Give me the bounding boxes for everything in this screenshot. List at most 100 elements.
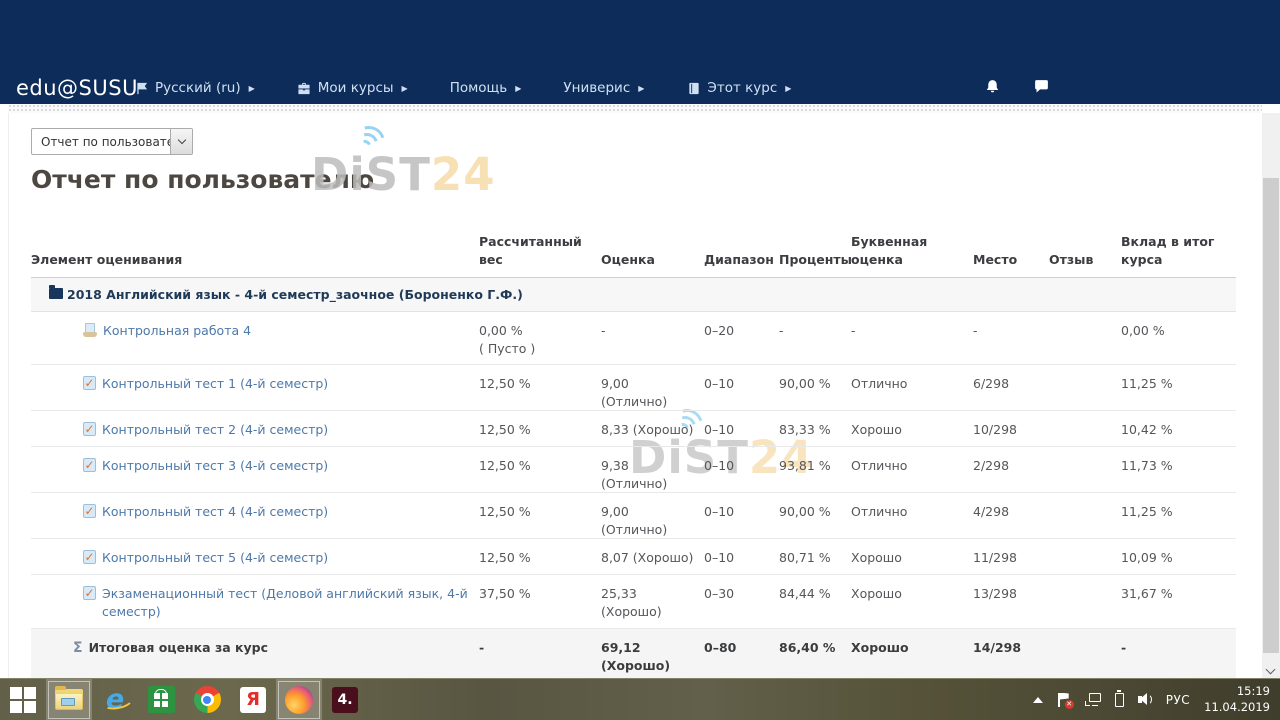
letter-cell: Хорошо <box>851 575 973 628</box>
weight-cell: 0,00 % ( Пусто ) <box>479 312 601 364</box>
feedback-cell <box>1049 575 1121 628</box>
messages-chat-icon[interactable] <box>1033 78 1050 99</box>
contribution-cell: 10,42 % <box>1121 411 1236 446</box>
weight-cell: - <box>479 629 601 684</box>
quiz-icon: ✓ <box>83 376 96 390</box>
quiz-icon: ✓ <box>83 504 96 518</box>
notifications-bell-icon[interactable] <box>984 78 1001 99</box>
scrollbar-thumb[interactable] <box>1263 178 1279 653</box>
clock-date: 11.04.2019 <box>1204 700 1270 716</box>
nav-language-menu[interactable]: Русский (ru) ▶ <box>134 80 255 96</box>
percent-cell: 93,81 % <box>779 447 851 492</box>
range-cell: 0–10 <box>704 447 779 492</box>
volume-icon[interactable] <box>1138 693 1152 706</box>
rank-cell: 4/298 <box>973 493 1049 538</box>
internet-explorer-button[interactable]: e <box>92 679 138 720</box>
grade-item-link[interactable]: Контрольная работа 4 <box>103 322 251 340</box>
percent-cell: 83,33 % <box>779 411 851 446</box>
percent-cell: 84,44 % <box>779 575 851 628</box>
page-content: Отчет по пользователю Отчет по пользоват… <box>8 113 1262 678</box>
nav-this-course-label: Этот курс <box>707 80 777 96</box>
nav-univeris-label: Универис <box>563 80 630 96</box>
letter-cell: Отлично <box>851 447 973 492</box>
folder-icon <box>49 288 63 299</box>
letter-cell: Хорошо <box>851 539 973 574</box>
flag-icon <box>134 81 149 95</box>
navbar-actions <box>984 78 1050 99</box>
grade-item-link[interactable]: Контрольный тест 3 (4-й семестр) <box>102 457 328 475</box>
page-top-dotted-divider <box>8 104 1262 113</box>
battery-icon[interactable] <box>1115 693 1124 707</box>
windows-store-button[interactable] <box>138 679 184 720</box>
table-row: ✓Контрольный тест 5 (4-й семестр) 12,50 … <box>31 539 1236 575</box>
percent-cell: 80,71 % <box>779 539 851 574</box>
firefox-button[interactable] <box>276 679 322 720</box>
file-explorer-icon <box>55 689 83 710</box>
table-row: ✓Контрольный тест 2 (4-й семестр) 12,50 … <box>31 411 1236 447</box>
feedback-cell <box>1049 312 1121 364</box>
grade-cell: - <box>601 312 704 364</box>
start-button[interactable] <box>0 679 46 720</box>
nav-language-label: Русский (ru) <box>155 80 241 96</box>
clock-time: 15:19 <box>1204 684 1270 700</box>
rank-cell: 2/298 <box>973 447 1049 492</box>
contribution-cell: 31,67 % <box>1121 575 1236 628</box>
rank-cell: 11/298 <box>973 539 1049 574</box>
col-header-weight: Рассчитанный вес <box>479 233 601 269</box>
sigma-icon: Σ <box>73 639 83 659</box>
grade-item-link[interactable]: Контрольный тест 2 (4-й семестр) <box>102 421 328 439</box>
contribution-cell: 11,73 % <box>1121 447 1236 492</box>
report-type-select[interactable]: Отчет по пользователю <box>31 128 193 155</box>
file-explorer-button[interactable] <box>46 679 92 720</box>
nav-univeris-menu[interactable]: Универис ▶ <box>563 80 644 96</box>
contribution-cell: 0,00 % <box>1121 312 1236 364</box>
rank-cell: 14/298 <box>973 629 1049 684</box>
grade-item-link[interactable]: Контрольный тест 1 (4-й семестр) <box>102 375 328 393</box>
range-cell: 0–30 <box>704 575 779 628</box>
yandex-browser-button[interactable]: Я <box>230 679 276 720</box>
table-row: ✓Контрольный тест 4 (4-й семестр) 12,50 … <box>31 493 1236 539</box>
letter-cell: Отлично <box>851 493 973 538</box>
select-dropdown-arrow[interactable] <box>170 129 192 154</box>
nav-help-menu[interactable]: Помощь ▶ <box>450 80 522 96</box>
network-icon[interactable] <box>1085 693 1101 706</box>
nav-this-course-menu[interactable]: Этот курс ▶ <box>686 80 791 96</box>
weight-cell: 37,50 % <box>479 575 601 628</box>
vertical-scrollbar[interactable] <box>1262 113 1280 678</box>
weight-cell: 12,50 % <box>479 411 601 446</box>
range-cell: 0–10 <box>704 411 779 446</box>
error-badge: ✕ <box>1065 700 1074 709</box>
chrome-icon <box>194 686 221 713</box>
col-header-item: Элемент оценивания <box>31 251 479 269</box>
show-hidden-icons-button[interactable] <box>1033 697 1043 703</box>
percent-cell: 86,40 % <box>779 629 851 684</box>
grade-cell: 69,12 (Хорошо) <box>601 629 704 684</box>
wifi-arcs-icon <box>347 124 387 154</box>
grade-cell: 9,00 (Отлично) <box>601 493 704 538</box>
feedback-cell <box>1049 493 1121 538</box>
chevron-right-icon: ▶ <box>515 84 521 93</box>
windows-logo-icon <box>10 687 36 713</box>
grade-item-link[interactable]: Контрольный тест 4 (4-й семестр) <box>102 503 328 521</box>
letter-cell: Хорошо <box>851 411 973 446</box>
table-row: ✓Контрольный тест 3 (4-й семестр) 12,50 … <box>31 447 1236 493</box>
grade-item-link[interactable]: Контрольный тест 5 (4-й семестр) <box>102 549 328 567</box>
clock[interactable]: 15:19 11.04.2019 <box>1204 684 1270 715</box>
language-indicator[interactable]: РУС <box>1166 693 1190 707</box>
nav-my-courses-menu[interactable]: Мои курсы ▶ <box>297 80 408 96</box>
report-select-value: Отчет по пользователю <box>32 135 170 149</box>
scrollbar-down-arrow-icon[interactable] <box>1266 665 1276 675</box>
action-center-flag-icon[interactable]: ✕ <box>1057 693 1071 707</box>
grade-cell: 8,33 (Хорошо) <box>601 411 704 446</box>
grade-item-link[interactable]: Экзаменационный тест (Деловой английский… <box>102 585 473 620</box>
percent-cell: - <box>779 312 851 364</box>
feedback-cell <box>1049 447 1121 492</box>
game4-app-button[interactable]: 4. <box>322 679 368 720</box>
weight-cell: 12,50 % <box>479 365 601 410</box>
chevron-right-icon: ▶ <box>785 84 791 93</box>
category-name: 2018 Английский язык - 4-й семестр_заочн… <box>67 286 523 304</box>
chrome-button[interactable] <box>184 679 230 720</box>
site-logo[interactable]: edu@SUSU <box>16 76 138 100</box>
range-cell: 0–10 <box>704 365 779 410</box>
table-row: ✓Экзаменационный тест (Деловой английски… <box>31 575 1236 629</box>
